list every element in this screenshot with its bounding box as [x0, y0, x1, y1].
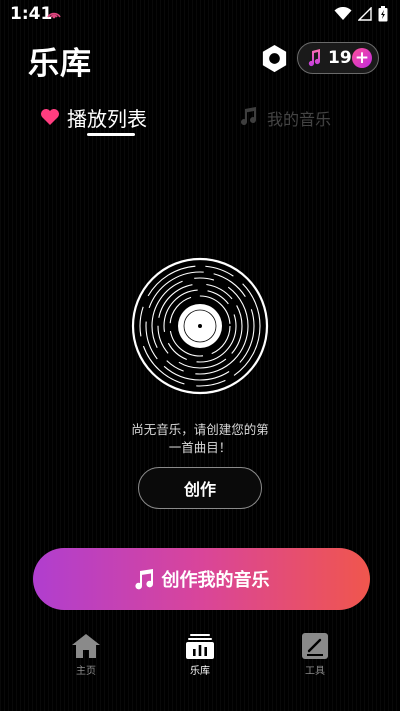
- empty-message-line-1: 尚无音乐，请创建您的第: [131, 422, 269, 437]
- page-title: 乐库: [28, 46, 92, 82]
- nav-tools-label: 工具: [305, 666, 325, 677]
- empty-state-message: 尚无音乐，请创建您的第 一首曲目！: [120, 421, 280, 457]
- podcast-notification-icon: [47, 12, 61, 19]
- nav-item-library[interactable]: 乐库: [170, 633, 230, 683]
- heart-icon: [41, 109, 59, 125]
- add-credits-button[interactable]: +: [352, 48, 372, 68]
- nav-home-label: 主页: [76, 666, 96, 677]
- status-bar: 1:41: [0, 0, 400, 28]
- status-icons: [334, 6, 388, 22]
- tab-playlist-label: 播放列表: [67, 107, 147, 131]
- credits-pill[interactable]: 19 +: [297, 42, 379, 74]
- create-my-music-button[interactable]: 创作我的音乐: [33, 548, 370, 610]
- credits-count: 19: [328, 48, 352, 68]
- create-button[interactable]: 创作: [138, 467, 262, 509]
- tab-my-music-label: 我的音乐: [267, 110, 332, 129]
- home-icon: [72, 634, 100, 658]
- signal-icon: [358, 7, 372, 21]
- music-note-icon: [308, 49, 321, 67]
- empty-message-line-2: 一首曲目！: [168, 440, 232, 455]
- bottom-nav: 主页 乐库 工具: [0, 625, 400, 685]
- music-note-icon: [134, 569, 153, 590]
- vinyl-record-icon: [131, 257, 269, 395]
- nav-item-tools[interactable]: 工具: [285, 633, 345, 683]
- battery-icon: [378, 6, 388, 22]
- library-icon: [186, 634, 214, 659]
- settings-gear-icon[interactable]: [259, 43, 290, 74]
- active-tab-indicator: [87, 133, 135, 136]
- nav-item-home[interactable]: 主页: [56, 633, 116, 683]
- music-note-icon: [241, 107, 257, 126]
- wifi-icon: [334, 7, 352, 20]
- create-my-music-label: 创作我的音乐: [161, 570, 270, 591]
- tab-my-music[interactable]: 我的音乐: [240, 104, 350, 132]
- nav-library-label: 乐库: [190, 666, 210, 677]
- tools-icon: [302, 633, 328, 659]
